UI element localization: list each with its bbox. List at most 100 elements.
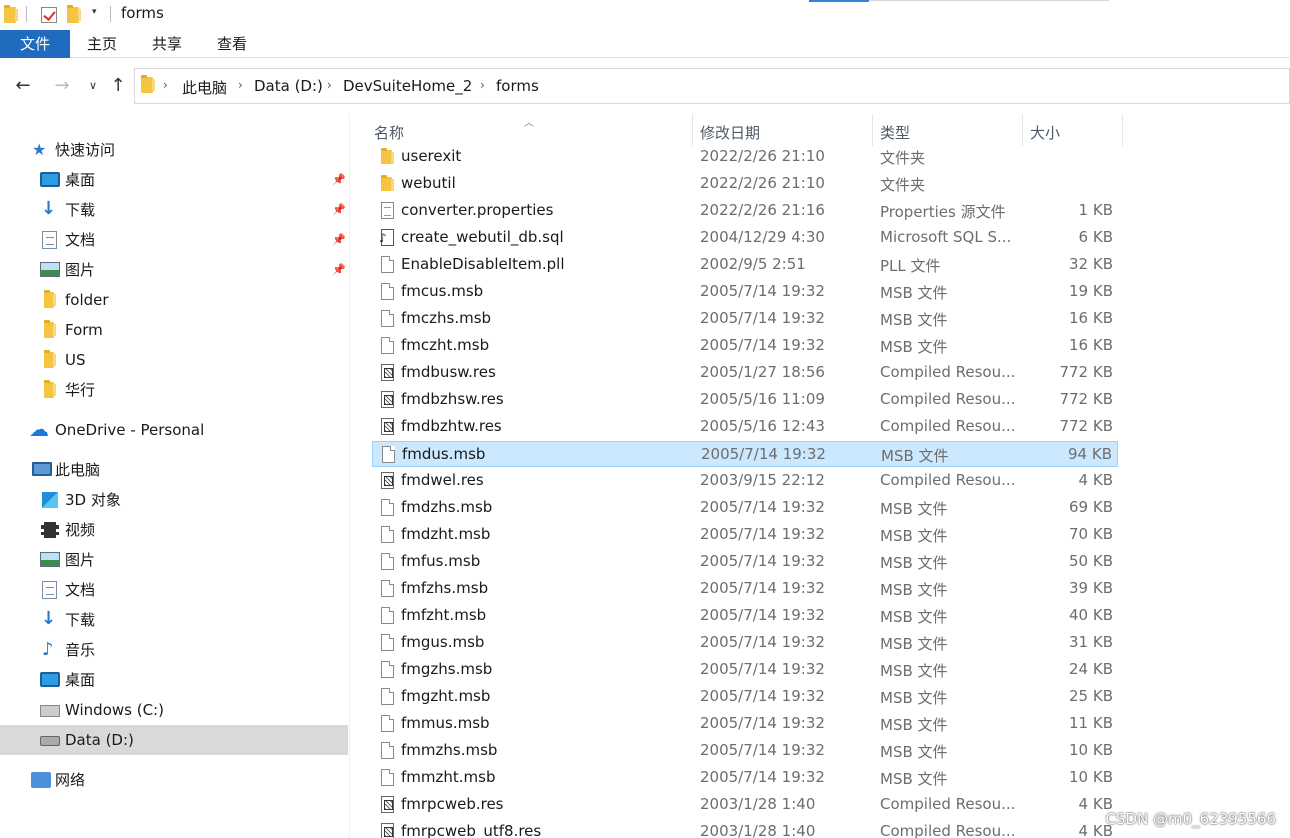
column-size[interactable]: 大小 — [1030, 122, 1060, 143]
file-row[interactable]: fmdzhs.msb 2005/7/14 19:32 MSB 文件 69 KB — [372, 495, 1118, 521]
sidebar-item-documents-pc[interactable]: 文档 — [0, 575, 350, 605]
sidebar-item-desktop-pc[interactable]: 桌面 — [0, 665, 350, 695]
sidebar-item-documents[interactable]: 文档 📌 — [0, 225, 350, 255]
file-name: fmcus.msb — [401, 282, 484, 300]
file-date: 2005/7/14 19:32 — [700, 768, 825, 786]
file-row[interactable]: fmdus.msb 2005/7/14 19:32 MSB 文件 94 KB — [372, 441, 1118, 467]
recent-locations-chevron-icon[interactable]: ∨ — [83, 74, 103, 98]
sidebar-item-onedrive[interactable]: ☁ OneDrive - Personal — [28, 415, 348, 445]
drive-icon — [40, 736, 60, 746]
file-date: 2005/7/14 19:32 — [700, 687, 825, 705]
file-date: 2004/12/29 4:30 — [700, 228, 825, 246]
file-size: 10 KB — [1069, 768, 1113, 786]
file-row[interactable]: fmdwel.res 2003/9/15 22:12 Compiled Resou.… — [372, 468, 1118, 494]
breadcrumb-drive[interactable]: Data (D:) — [254, 77, 323, 95]
tab-file[interactable]: 文件 — [0, 30, 70, 58]
sidebar-item-3d-objects[interactable]: 3D 对象 — [0, 485, 350, 515]
file-row[interactable]: fmgzht.msb 2005/7/14 19:32 MSB 文件 25 KB — [372, 684, 1118, 710]
chevron-right-icon[interactable]: › — [480, 78, 485, 92]
file-row[interactable]: fmdbzhtw.res 2005/5/16 12:43 Compiled Reso… — [372, 414, 1118, 440]
sidebar-item-us[interactable]: US — [0, 345, 350, 375]
chevron-right-icon[interactable]: › — [238, 78, 243, 92]
breadcrumb-devsuitehome[interactable]: DevSuiteHome_2 — [343, 77, 472, 95]
file-size: 772 KB — [1059, 363, 1113, 381]
file-row[interactable]: fmmus.msb 2005/7/14 19:32 MSB 文件 11 KB — [372, 711, 1118, 737]
file-row[interactable]: fmmzht.msb 2005/7/14 19:32 MSB 文件 10 KB — [372, 765, 1118, 791]
address-bar[interactable]: › 此电脑 › Data (D:) › DevSuiteHome_2 › for… — [134, 68, 1290, 104]
file-row[interactable]: webutil 2022/2/26 21:10 文件夹 — [372, 171, 1118, 197]
sidebar-item-music[interactable]: ♪ 音乐 — [0, 635, 350, 665]
file-icon — [381, 715, 394, 732]
column-divider[interactable] — [692, 114, 693, 146]
file-row[interactable]: fmfus.msb 2005/7/14 19:32 MSB 文件 50 KB — [372, 549, 1118, 575]
file-size: 4 KB — [1078, 471, 1113, 489]
file-row[interactable]: fmgus.msb 2005/7/14 19:32 MSB 文件 31 KB — [372, 630, 1118, 656]
file-row[interactable]: fmfzht.msb 2005/7/14 19:32 MSB 文件 40 KB — [372, 603, 1118, 629]
file-row[interactable]: fmczht.msb 2005/7/14 19:32 MSB 文件 16 KB — [372, 333, 1118, 359]
customize-toolbar-dropdown-icon[interactable]: ▾ — [92, 7, 102, 23]
file-date: 2005/5/16 12:43 — [700, 417, 825, 435]
file-type: Compiled Resou... — [880, 363, 1016, 381]
sidebar-item-desktop[interactable]: 桌面 📌 — [0, 165, 350, 195]
up-arrow-icon[interactable]: ↑ — [108, 74, 128, 98]
column-divider[interactable] — [1022, 114, 1023, 146]
sidebar-item-form[interactable]: Form — [0, 315, 350, 345]
file-row[interactable]: fmmzhs.msb 2005/7/14 19:32 MSB 文件 10 KB — [372, 738, 1118, 764]
sidebar-item-pictures-pc[interactable]: 图片 — [0, 545, 350, 575]
file-row[interactable]: fmfzhs.msb 2005/7/14 19:32 MSB 文件 39 KB — [372, 576, 1118, 602]
file-type: MSB 文件 — [880, 689, 948, 707]
file-icon — [381, 499, 394, 516]
back-arrow-icon[interactable]: ← — [13, 74, 33, 98]
chevron-right-icon[interactable]: › — [327, 78, 332, 92]
tab-home[interactable]: 主页 — [78, 30, 126, 58]
column-divider[interactable] — [1122, 114, 1123, 146]
sidebar-item-drive-d[interactable]: Data (D:) — [0, 725, 348, 755]
sidebar-item-label: Form — [65, 321, 103, 339]
sidebar-item-pictures[interactable]: 图片 📌 — [0, 255, 350, 285]
forward-arrow-icon[interactable]: → — [52, 74, 72, 98]
file-row[interactable]: fmdzht.msb 2005/7/14 19:32 MSB 文件 70 KB — [372, 522, 1118, 548]
sidebar-item-folder[interactable]: folder — [0, 285, 350, 315]
breadcrumb-this-pc[interactable]: 此电脑 — [182, 77, 227, 98]
sidebar-item-drive-c[interactable]: Windows (C:) — [0, 695, 350, 725]
file-type: 文件夹 — [880, 149, 926, 167]
breadcrumb-forms[interactable]: forms — [496, 77, 539, 95]
tab-share[interactable]: 共享 — [143, 30, 191, 58]
document-icon — [42, 581, 57, 599]
file-date: 2005/7/14 19:32 — [700, 741, 825, 759]
file-row[interactable]: fmrpcweb_utf8.res 2003/1/28 1:40 Compiled … — [372, 819, 1118, 838]
file-row[interactable]: fmdbzhsw.res 2005/5/16 11:09 Compiled Reso… — [372, 387, 1118, 413]
file-row[interactable]: EnableDisableItem.pll 2002/9/5 2:51 PLL 文件… — [372, 252, 1118, 278]
sidebar-item-videos[interactable]: 视频 — [0, 515, 350, 545]
sidebar-item-quick-access[interactable]: ★ 快速访问 — [28, 135, 348, 165]
column-name[interactable]: 名称 — [374, 122, 404, 143]
file-row[interactable]: fmcus.msb 2005/7/14 19:32 MSB 文件 19 KB — [372, 279, 1118, 305]
chevron-right-icon[interactable]: › — [163, 78, 168, 92]
file-date: 2005/7/14 19:32 — [701, 445, 826, 463]
new-folder-icon[interactable] — [67, 5, 81, 23]
file-row[interactable]: create_webutil_db.sql 2004/12/29 4:30 Micr… — [372, 225, 1118, 251]
file-row[interactable]: fmczhs.msb 2005/7/14 19:32 MSB 文件 16 KB — [372, 306, 1118, 332]
file-row[interactable]: fmrpcweb.res 2003/1/28 1:40 Compiled Resou… — [372, 792, 1118, 818]
file-name: fmrpcweb_utf8.res — [401, 822, 542, 838]
column-divider[interactable] — [872, 114, 873, 146]
sidebar-item-this-pc[interactable]: 此电脑 — [28, 455, 348, 485]
file-row[interactable]: fmgzhs.msb 2005/7/14 19:32 MSB 文件 24 KB — [372, 657, 1118, 683]
properties-check-icon[interactable] — [41, 7, 57, 23]
column-date[interactable]: 修改日期 — [700, 122, 760, 143]
sidebar-item-downloads-pc[interactable]: ↓ 下载 — [0, 605, 350, 635]
file-row[interactable]: fmdbusw.res 2005/1/27 18:56 Compiled Resou… — [372, 360, 1118, 386]
resource-file-icon — [381, 391, 394, 408]
sidebar-item-downloads[interactable]: ↓ 下载 📌 — [0, 195, 350, 225]
file-date: 2005/7/14 19:32 — [700, 552, 825, 570]
file-size: 50 KB — [1069, 552, 1113, 570]
file-row[interactable]: converter.properties 2022/2/26 21:16 Prope… — [372, 198, 1118, 224]
file-name: fmmzht.msb — [401, 768, 496, 786]
column-type[interactable]: 类型 — [880, 122, 910, 143]
picture-icon — [40, 262, 60, 277]
file-row[interactable]: userexit 2022/2/26 21:10 文件夹 — [372, 144, 1118, 170]
tab-view[interactable]: 查看 — [208, 30, 256, 58]
sidebar-item-network[interactable]: 网络 — [28, 765, 348, 795]
sidebar-item-huaxing[interactable]: 华行 — [0, 375, 350, 405]
navigation-pane: ★ 快速访问 桌面 📌 ↓ 下载 📌 文档 📌 图片 📌 folder Form… — [0, 114, 350, 838]
